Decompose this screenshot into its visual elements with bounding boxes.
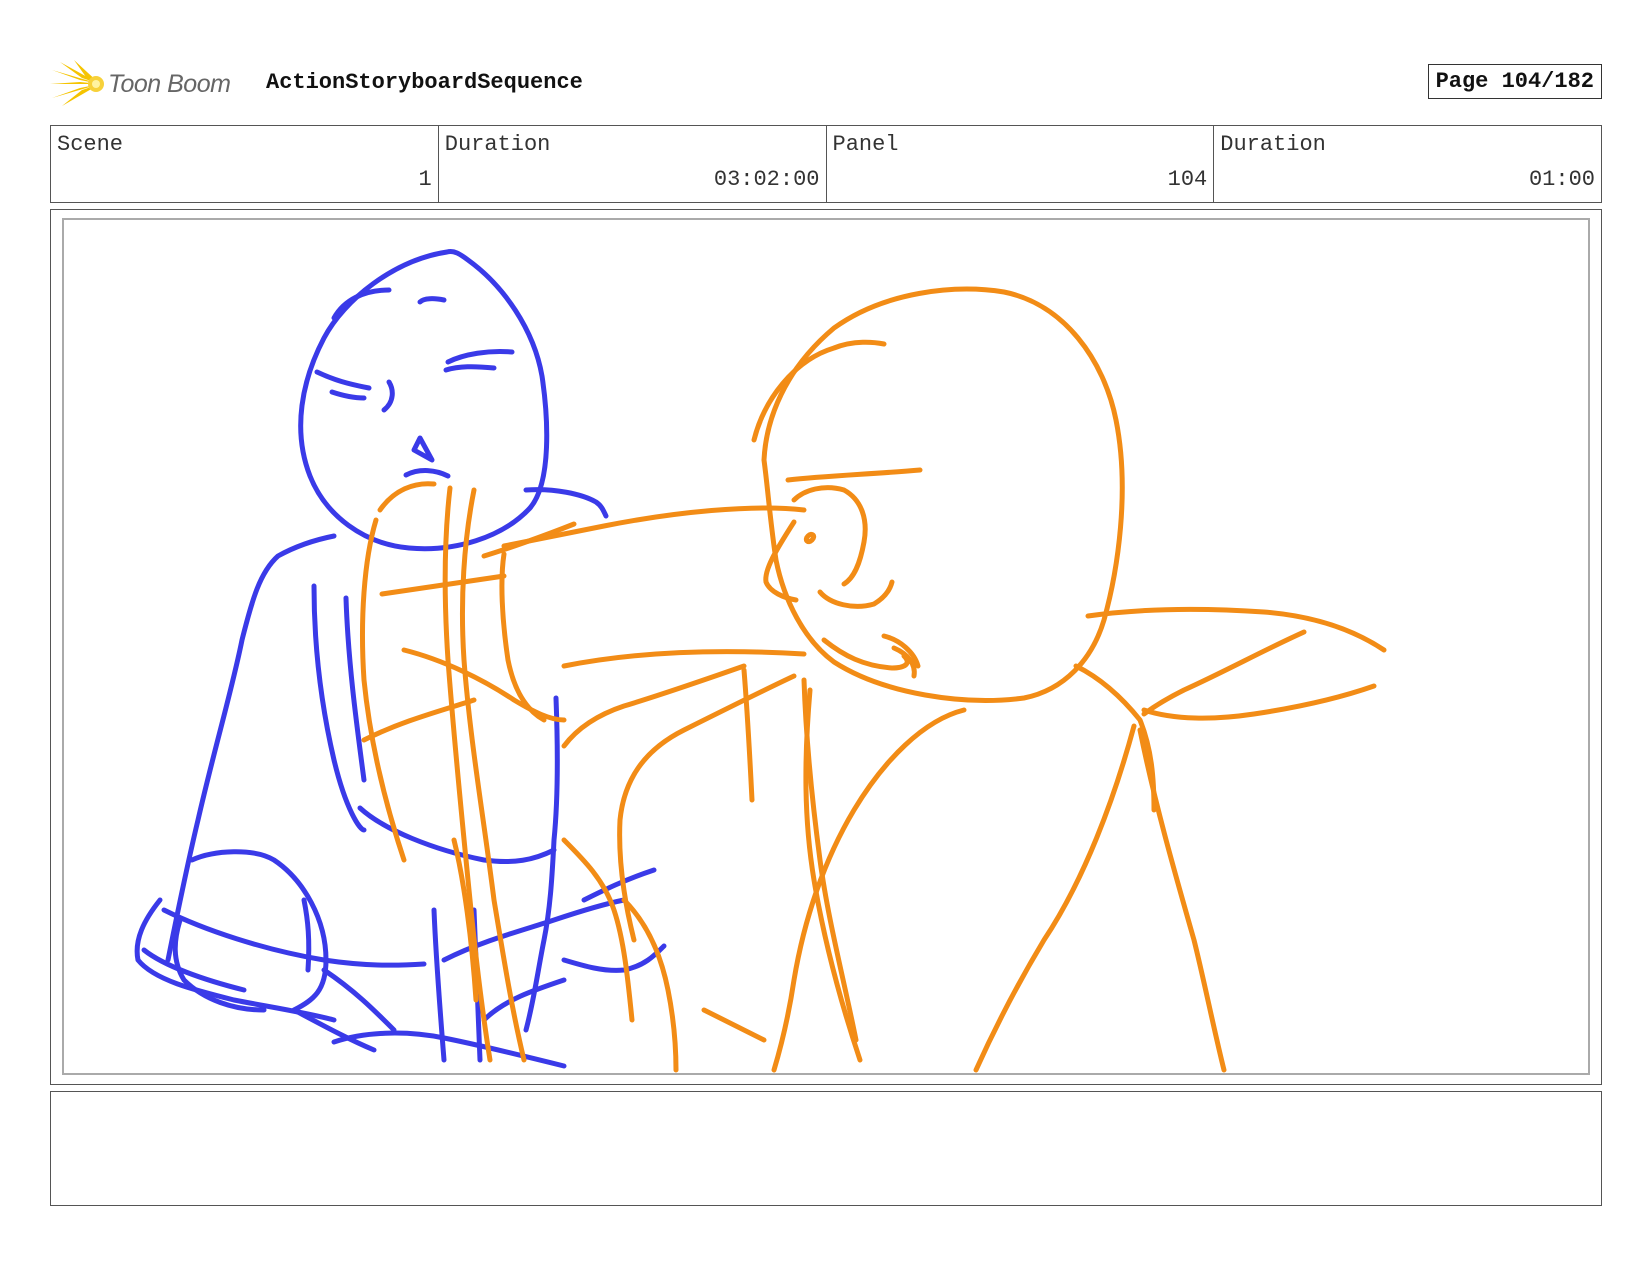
- panel-info-table: Scene 1 Duration 03:02:00 Panel 104 Dura…: [50, 125, 1602, 203]
- blue-character-sketch: [134, 249, 667, 1069]
- scene-duration-cell: Duration 03:02:00: [439, 126, 827, 202]
- toon-boom-logo: Toon Boom: [50, 60, 250, 108]
- scene-duration-value: 03:02:00: [713, 167, 820, 192]
- sketch-drawing: [134, 249, 1387, 1073]
- storyboard-panel: [50, 209, 1602, 1085]
- scene-cell: Scene 1: [51, 126, 439, 202]
- sunburst-icon: [50, 60, 104, 106]
- panel-duration-value: 01:00: [1528, 167, 1595, 192]
- logo-text: Toon Boom: [108, 70, 231, 98]
- panel-duration-cell: Duration 01:00: [1214, 126, 1601, 202]
- panel-image-area: [62, 218, 1590, 1075]
- scene-duration-label: Duration: [444, 132, 551, 157]
- panel-notes-box: [50, 1091, 1602, 1206]
- scene-value: 1: [418, 167, 432, 192]
- sequence-title: ActionStoryboardSequence: [266, 70, 583, 95]
- panel-value: 104: [1167, 167, 1208, 192]
- scene-label: Scene: [57, 132, 124, 157]
- panel-duration-label: Duration: [1220, 132, 1326, 157]
- panel-cell: Panel 104: [827, 126, 1215, 202]
- orange-character-sketch: [360, 286, 1387, 1073]
- header: Toon Boom ActionStoryboardSequence Page …: [50, 56, 1602, 112]
- panel-label: Panel: [832, 132, 899, 157]
- page-indicator: Page 104/182: [1427, 64, 1602, 99]
